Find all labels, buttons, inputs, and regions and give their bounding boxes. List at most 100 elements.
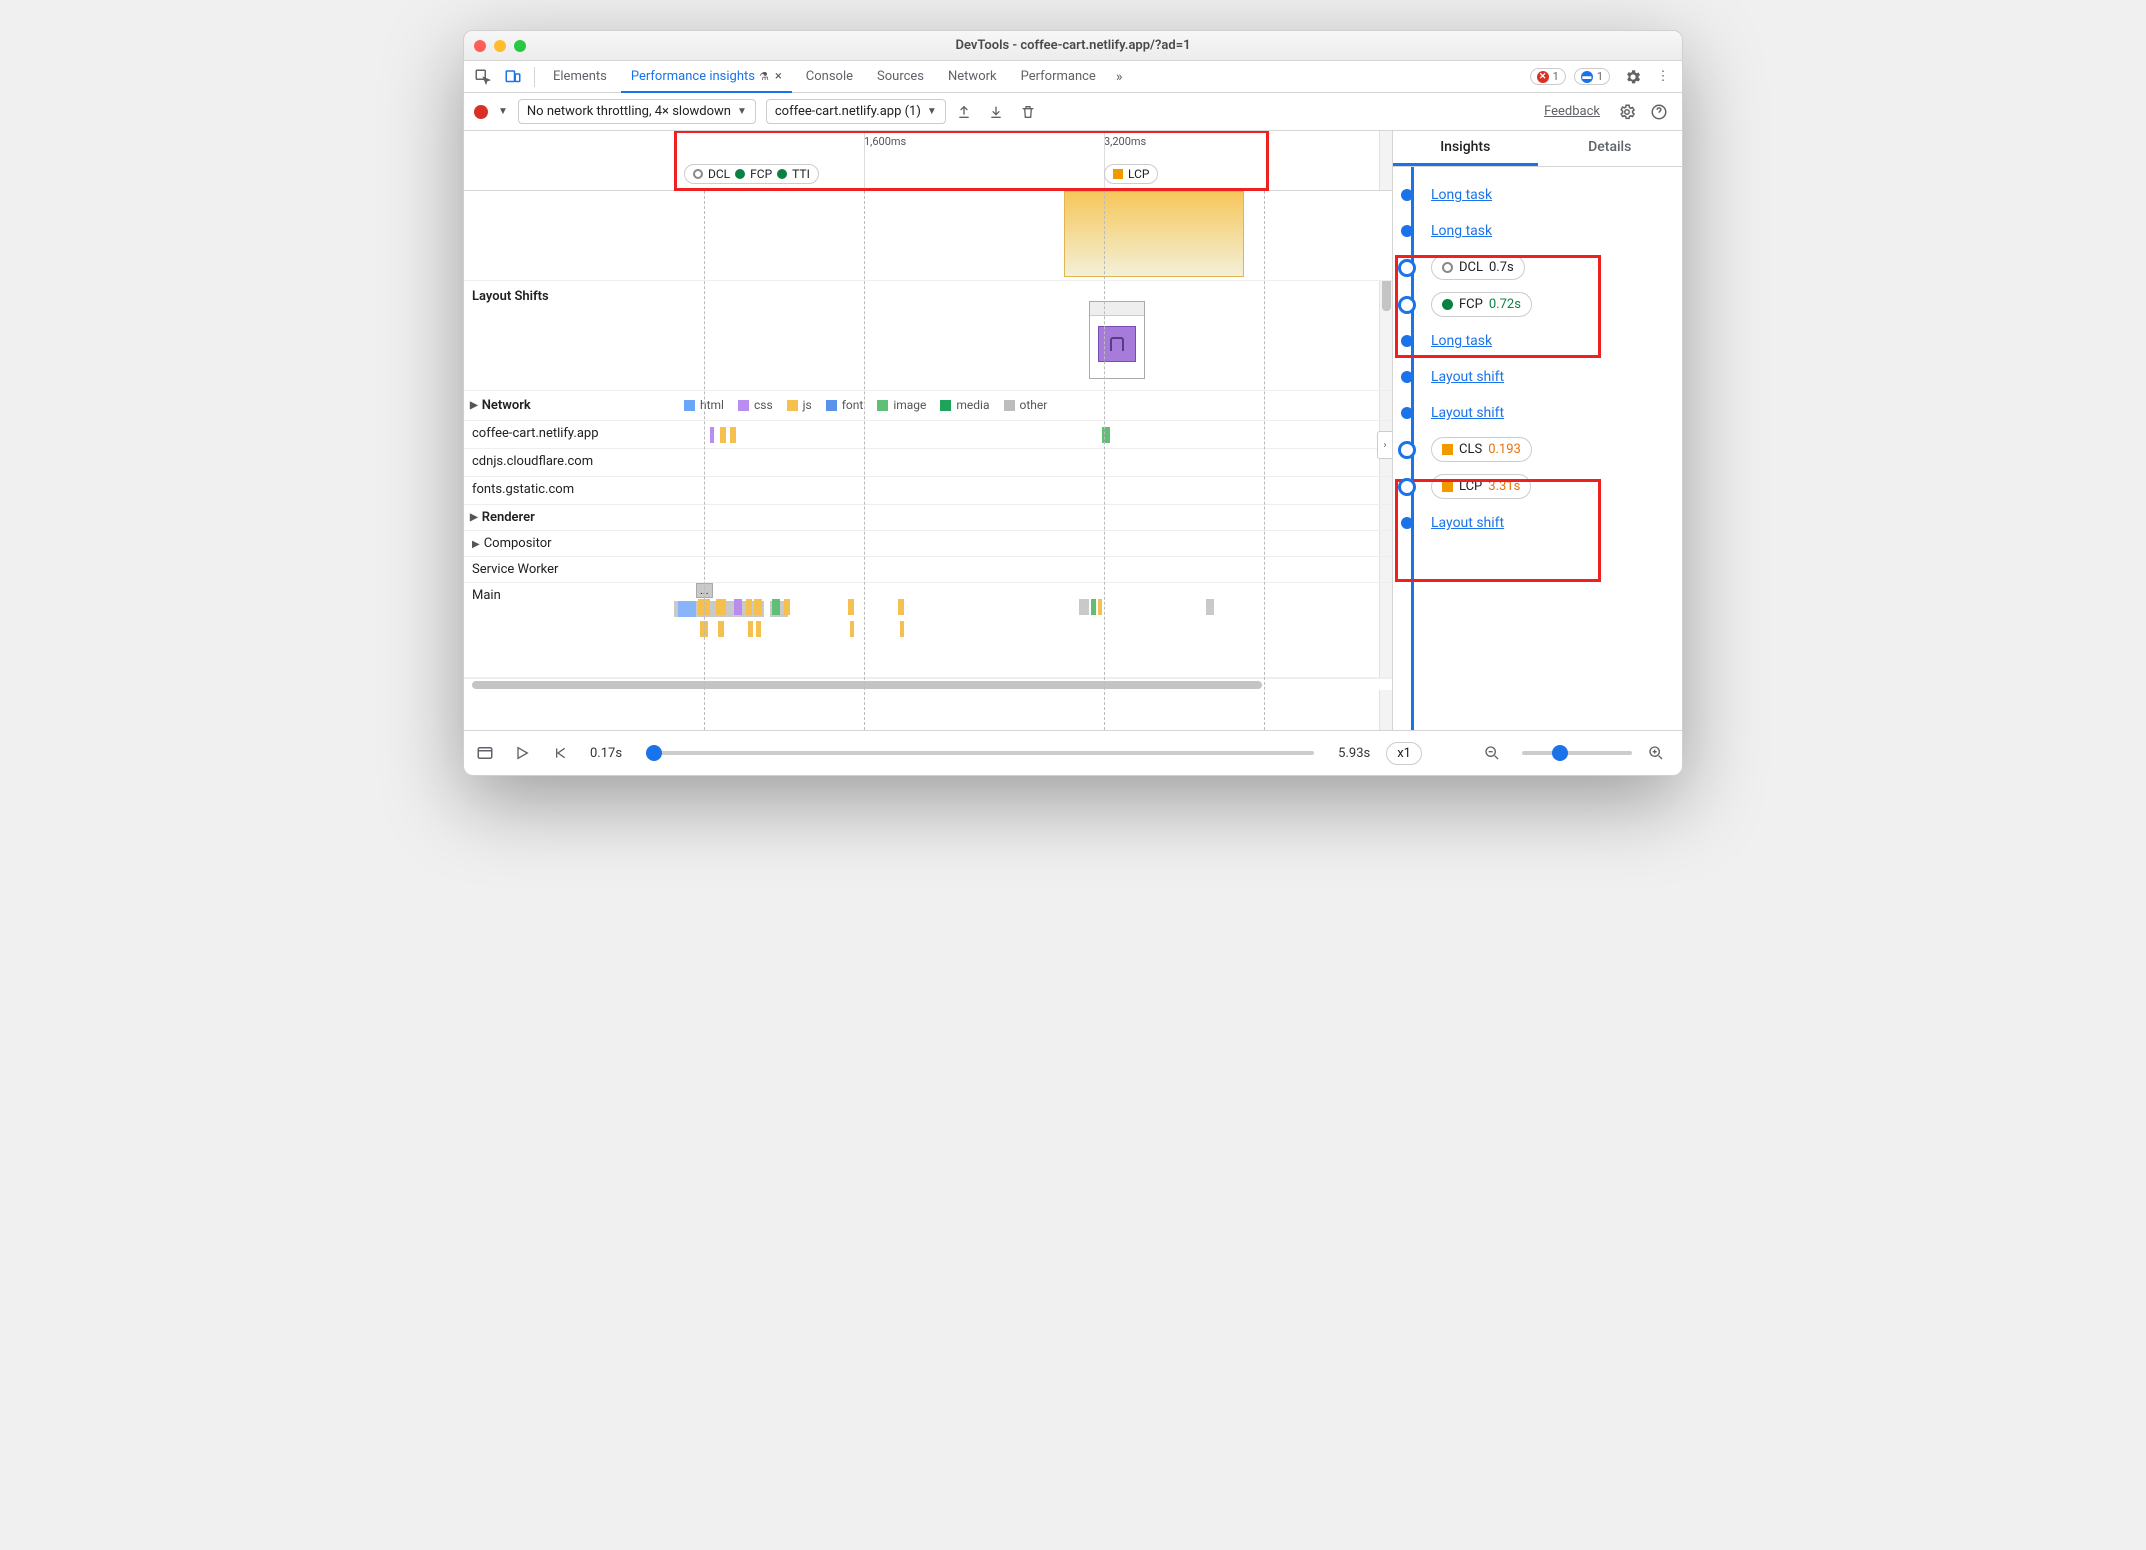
timeline-body[interactable]: Layout Shifts ▶Network htmlcssjsfontimag… [464, 191, 1392, 730]
insight-link[interactable]: Layout shift [1431, 515, 1504, 531]
vertical-scrollbar[interactable] [1379, 131, 1392, 190]
insight-row[interactable]: Layout shift [1393, 505, 1674, 541]
close-tab-icon[interactable]: × [775, 69, 782, 84]
settings-icon[interactable] [1620, 64, 1646, 90]
insight-row[interactable]: CLS0.193 [1393, 431, 1674, 468]
task-block[interactable] [1091, 599, 1096, 615]
insight-row[interactable]: Layout shift [1393, 395, 1674, 431]
renderer-row[interactable]: ▶Compositor [464, 531, 1392, 557]
panel-settings-icon[interactable] [1618, 103, 1640, 121]
record-button[interactable] [474, 105, 488, 119]
task-block[interactable] [1079, 599, 1089, 615]
network-host-row[interactable]: coffee-cart.netlify.app [464, 421, 1392, 449]
tab-network[interactable]: Network [938, 61, 1007, 93]
playback-slider[interactable] [646, 751, 1314, 755]
task-block[interactable] [718, 621, 724, 637]
insight-metric-pill[interactable]: CLS0.193 [1431, 437, 1532, 462]
zoom-window-button[interactable] [514, 40, 526, 52]
kebab-menu-icon[interactable]: ⋮ [1650, 64, 1676, 90]
inspect-element-icon[interactable] [470, 64, 496, 90]
network-request-bar[interactable] [730, 427, 736, 443]
task-block[interactable] [756, 621, 761, 637]
tab-performance-insights[interactable]: Performance insights ⚗ × [621, 61, 792, 93]
insight-row[interactable]: Long task [1393, 177, 1674, 213]
insight-row[interactable]: Long task [1393, 323, 1674, 359]
more-tabs-icon[interactable]: » [1110, 69, 1129, 85]
task-block[interactable] [1206, 599, 1214, 615]
export-icon[interactable] [956, 104, 978, 120]
task-block[interactable] [772, 599, 780, 615]
legend-label: media [956, 398, 989, 412]
side-tabs: Insights Details [1393, 131, 1682, 167]
tab-performance[interactable]: Performance [1011, 61, 1106, 93]
disclosure-icon[interactable]: ▶ [472, 539, 480, 550]
renderer-row[interactable]: Main... [464, 583, 1392, 678]
target-selector[interactable]: coffee-cart.netlify.app (1) ▼ [766, 99, 946, 124]
delete-icon[interactable] [1020, 104, 1042, 120]
insight-link[interactable]: Layout shift [1431, 369, 1504, 385]
task-block[interactable] [900, 621, 904, 637]
disclosure-icon[interactable]: ▶ [470, 512, 478, 523]
import-icon[interactable] [988, 104, 1010, 120]
insight-metric-pill[interactable]: FCP0.72s [1431, 292, 1532, 317]
task-block[interactable] [746, 599, 752, 615]
messages-badge[interactable]: ▬1 [1574, 68, 1610, 85]
tab-sources[interactable]: Sources [867, 61, 934, 93]
task-block[interactable] [678, 601, 696, 617]
tab-console[interactable]: Console [796, 61, 863, 93]
insight-row[interactable]: DCL0.7s [1393, 249, 1674, 286]
insight-metric-pill[interactable]: LCP3.31s [1431, 474, 1531, 499]
task-block[interactable] [748, 621, 753, 637]
record-options-caret[interactable]: ▼ [498, 106, 508, 117]
horizontal-scrollbar[interactable] [464, 678, 1392, 690]
minimize-window-button[interactable] [494, 40, 506, 52]
side-tab-insights[interactable]: Insights [1393, 131, 1538, 166]
insight-metric-pill[interactable]: DCL0.7s [1431, 255, 1525, 280]
throttling-selector[interactable]: No network throttling, 4× slowdown ▼ [518, 99, 756, 124]
tab-elements[interactable]: Elements [543, 61, 617, 93]
metric-pill[interactable]: DCLFCPTTI [684, 164, 819, 184]
errors-badge[interactable]: ✕1 [1530, 68, 1566, 85]
network-host-row[interactable]: fonts.gstatic.com [464, 477, 1392, 505]
device-toolbar-icon[interactable] [500, 64, 526, 90]
network-request-bar[interactable] [710, 427, 714, 443]
zoom-in-icon[interactable] [1648, 745, 1670, 761]
play-icon[interactable] [514, 745, 536, 761]
feedback-link[interactable]: Feedback [1544, 104, 1600, 119]
renderer-row[interactable]: Service Worker [464, 557, 1392, 583]
toggle-overview-icon[interactable] [476, 744, 498, 762]
insights-list[interactable]: Long task Long task DCL0.7s FCP0.72s Long ta… [1393, 167, 1682, 730]
zoom-slider[interactable] [1522, 751, 1632, 755]
insight-link[interactable]: Layout shift [1431, 405, 1504, 421]
insight-row[interactable]: LCP3.31s [1393, 468, 1674, 505]
task-block[interactable] [734, 599, 742, 615]
metric-pill[interactable]: LCP [1104, 164, 1158, 184]
disclosure-icon[interactable]: ▶ [470, 400, 478, 411]
help-icon[interactable] [1650, 103, 1672, 121]
layout-shift-thumbnail[interactable] [1089, 301, 1145, 379]
insight-row[interactable]: FCP0.72s [1393, 286, 1674, 323]
side-tab-details[interactable]: Details [1538, 131, 1683, 166]
ruler-area[interactable]: 1,600ms3,200ms DCLFCPTTILCP [674, 131, 1392, 190]
ruler-guide [1104, 191, 1105, 730]
collapse-sidepanel-icon[interactable]: › [1377, 431, 1392, 459]
task-block[interactable] [898, 599, 904, 615]
legend-item: font [826, 398, 864, 412]
task-block[interactable] [848, 599, 854, 615]
task-block[interactable] [784, 599, 790, 615]
task-block[interactable] [850, 621, 854, 637]
insight-link[interactable]: Long task [1431, 333, 1492, 349]
insight-link[interactable]: Long task [1431, 223, 1492, 239]
insight-link[interactable]: Long task [1431, 187, 1492, 203]
close-window-button[interactable] [474, 40, 486, 52]
network-host-row[interactable]: cdnjs.cloudflare.com [464, 449, 1392, 477]
network-request-bar[interactable] [720, 427, 726, 443]
insight-row[interactable]: Long task [1393, 213, 1674, 249]
zoom-out-icon[interactable] [1484, 745, 1506, 761]
task-block[interactable] [754, 599, 762, 615]
insight-row[interactable]: Layout shift [1393, 359, 1674, 395]
task-block[interactable] [1098, 599, 1102, 615]
task-block[interactable] [716, 599, 726, 615]
playback-speed[interactable]: x1 [1386, 742, 1422, 765]
prev-frame-icon[interactable] [552, 745, 574, 761]
